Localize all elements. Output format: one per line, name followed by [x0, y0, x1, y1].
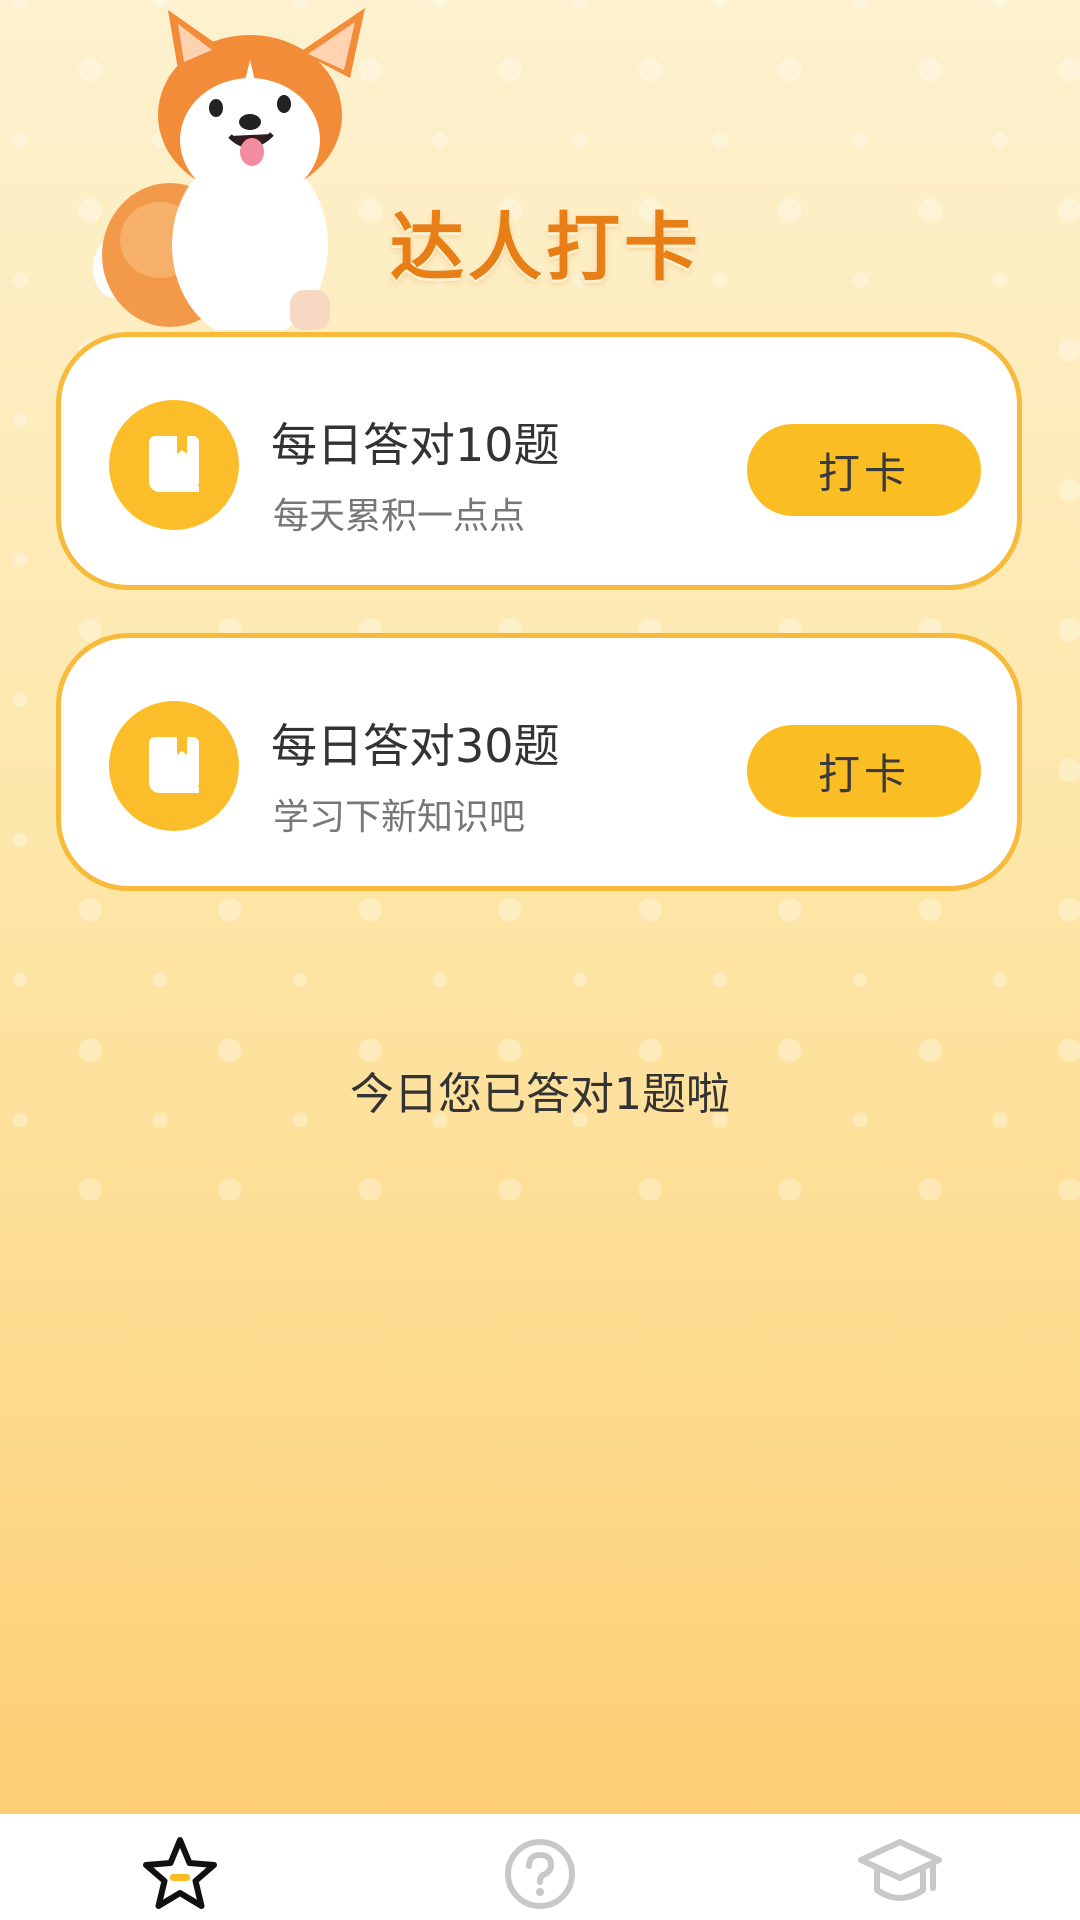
star-icon: [143, 1837, 217, 1909]
book-icon: [109, 701, 239, 831]
checkin-screen: 达人打卡 每日答对10题 每天累积一点点 打卡 每日答对30题 学习下新知识吧 …: [0, 0, 1080, 1920]
today-status-text: 今日您已答对1题啦: [350, 1069, 730, 1120]
task-subtitle: 每天累积一点点: [273, 496, 526, 537]
task-title: 每日答对10题: [271, 418, 560, 472]
checkin-button[interactable]: 打卡: [747, 424, 981, 516]
bottom-nav: [0, 1814, 1080, 1920]
task-title: 每日答对30题: [271, 719, 560, 773]
graduation-cap-icon: [858, 1839, 942, 1901]
header: 达人打卡: [0, 0, 1080, 330]
checkin-button[interactable]: 打卡: [747, 725, 981, 817]
question-circle-icon: [505, 1839, 575, 1909]
nav-item-questions[interactable]: [360, 1814, 720, 1920]
task-card: 每日答对30题 学习下新知识吧 打卡: [56, 633, 1022, 891]
nav-item-favorites[interactable]: [0, 1814, 360, 1920]
book-icon: [109, 400, 239, 530]
nav-item-learning[interactable]: [720, 1814, 1080, 1920]
corgi-mascot: [93, 8, 365, 330]
task-subtitle: 学习下新知识吧: [273, 797, 526, 838]
task-card: 每日答对10题 每天累积一点点 打卡: [56, 332, 1022, 590]
page-title: 达人打卡: [390, 205, 702, 291]
